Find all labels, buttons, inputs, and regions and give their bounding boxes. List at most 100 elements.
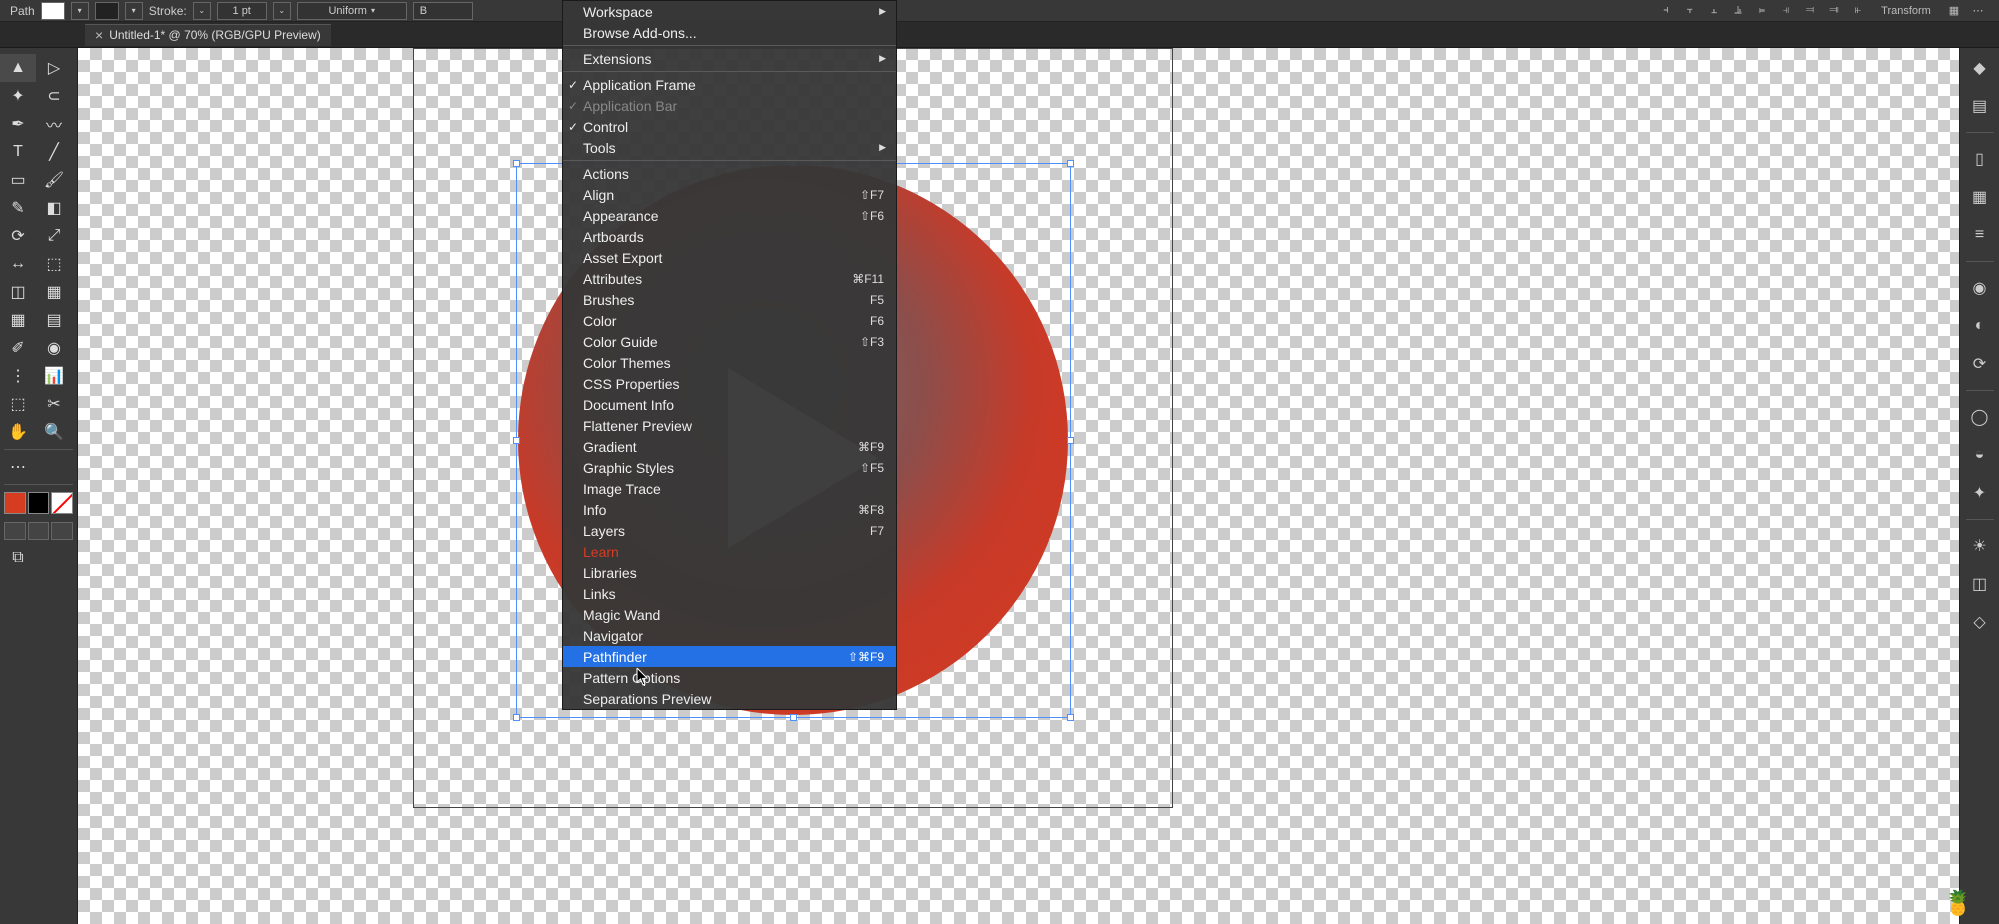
- fill-swatch[interactable]: [41, 2, 65, 20]
- menu-learn[interactable]: Learn: [563, 541, 896, 562]
- width-tool[interactable]: ↔: [0, 250, 36, 278]
- align-top-icon[interactable]: ⫡: [1727, 3, 1749, 19]
- menu-attributes[interactable]: Attributes⌘F11: [563, 268, 896, 289]
- align-left-icon[interactable]: ⫞: [1655, 3, 1677, 19]
- menu-actions[interactable]: Actions: [563, 163, 896, 184]
- align-center-v-icon[interactable]: ⫢: [1751, 3, 1773, 19]
- edit-toolbar-icon[interactable]: ⋯: [0, 453, 36, 481]
- distribute-v-icon[interactable]: ⫥: [1823, 3, 1845, 19]
- handle-top-left[interactable]: [513, 160, 520, 167]
- menu-appearance[interactable]: Appearance⇧F6: [563, 205, 896, 226]
- menu-extensions[interactable]: Extensions: [563, 48, 896, 69]
- rectangle-tool[interactable]: ▭: [0, 166, 36, 194]
- menu-layers[interactable]: LayersF7: [563, 520, 896, 541]
- menu-libraries[interactable]: Libraries: [563, 562, 896, 583]
- menu-gradient[interactable]: Gradient⌘F9: [563, 436, 896, 457]
- canvas-checkerboard[interactable]: [78, 48, 1959, 924]
- scale-tool[interactable]: ⤢: [36, 222, 72, 250]
- artboards-icon[interactable]: ◇: [1966, 608, 1994, 636]
- appearance-icon[interactable]: ◒: [1966, 441, 1994, 469]
- stroke-dropdown[interactable]: ▾: [125, 2, 143, 20]
- menu-image-trace[interactable]: Image Trace: [563, 478, 896, 499]
- more-icon[interactable]: ⋯: [1967, 3, 1989, 19]
- libraries-icon[interactable]: ▤: [1966, 92, 1994, 120]
- handle-bottom-right[interactable]: [1067, 714, 1074, 721]
- close-tab-icon[interactable]: ×: [95, 27, 103, 43]
- menu-asset-export[interactable]: Asset Export: [563, 247, 896, 268]
- menu-brushes[interactable]: BrushesF5: [563, 289, 896, 310]
- menu-control[interactable]: Control: [563, 116, 896, 137]
- paintbrush-tool[interactable]: 🖌: [36, 166, 72, 194]
- menu-pattern-options[interactable]: Pattern Options: [563, 667, 896, 688]
- asset-export-icon[interactable]: ◫: [1966, 570, 1994, 598]
- hand-tool[interactable]: ✋: [0, 418, 36, 446]
- stroke-swatch[interactable]: [95, 2, 119, 20]
- menu-graphic-styles[interactable]: Graphic Styles⇧F5: [563, 457, 896, 478]
- mesh-tool[interactable]: ▦: [0, 306, 36, 334]
- fill-dropdown[interactable]: ▾: [71, 2, 89, 20]
- direct-selection-tool[interactable]: ▷: [36, 54, 72, 82]
- menu-browse-addons[interactable]: Browse Add-ons...: [563, 22, 896, 43]
- selection-tool[interactable]: ▲: [0, 54, 36, 82]
- color-icon[interactable]: ▯: [1966, 145, 1994, 173]
- stroke-weight-down[interactable]: ⌄: [193, 2, 211, 20]
- handle-bottom-mid[interactable]: [790, 714, 797, 721]
- distribute-h-icon[interactable]: ⫤: [1799, 3, 1821, 19]
- stroke-color-swatch[interactable]: [28, 492, 50, 514]
- screen-mode-icon[interactable]: ⧉: [0, 544, 36, 572]
- menu-separations-preview[interactable]: Separations Preview: [563, 688, 896, 709]
- layers-icon[interactable]: ☀: [1966, 532, 1994, 560]
- menu-info[interactable]: Info⌘F8: [563, 499, 896, 520]
- zoom-tool[interactable]: 🔍: [36, 418, 72, 446]
- align-bottom-icon[interactable]: ⫣: [1775, 3, 1797, 19]
- shape-builder-tool[interactable]: ◫: [0, 278, 36, 306]
- perspective-grid-tool[interactable]: ▦: [36, 278, 72, 306]
- properties-icon[interactable]: ◆: [1966, 54, 1994, 82]
- draw-inside-icon[interactable]: [51, 522, 73, 540]
- menu-color[interactable]: ColorF6: [563, 310, 896, 331]
- menu-links[interactable]: Links: [563, 583, 896, 604]
- type-tool[interactable]: T: [0, 138, 36, 166]
- shaper-tool[interactable]: ✎: [0, 194, 36, 222]
- blend-tool[interactable]: ◉: [36, 334, 72, 362]
- magic-wand-tool[interactable]: ✦: [0, 82, 36, 110]
- menu-workspace[interactable]: Workspace: [563, 1, 896, 22]
- handle-bottom-left[interactable]: [513, 714, 520, 721]
- pen-tool[interactable]: ✒: [0, 110, 36, 138]
- none-swatch[interactable]: [51, 492, 73, 514]
- column-graph-tool[interactable]: 📊: [36, 362, 72, 390]
- align-center-h-icon[interactable]: ⫟: [1679, 3, 1701, 19]
- slice-tool[interactable]: ✂: [36, 390, 72, 418]
- stroke-weight-value[interactable]: 1 pt: [217, 2, 267, 20]
- transparency-icon[interactable]: ◯: [1966, 403, 1994, 431]
- document-tab[interactable]: × Untitled-1* @ 70% (RGB/GPU Preview): [85, 24, 331, 46]
- brushes-icon[interactable]: ≡: [1966, 221, 1994, 249]
- curvature-tool[interactable]: 〰: [36, 110, 72, 138]
- menu-application-frame[interactable]: Application Frame: [563, 74, 896, 95]
- gradient-icon[interactable]: ⟳: [1966, 350, 1994, 378]
- eyedropper-tool[interactable]: ✐: [0, 334, 36, 362]
- menu-document-info[interactable]: Document Info: [563, 394, 896, 415]
- brush-select[interactable]: B: [413, 2, 473, 20]
- handle-top-right[interactable]: [1067, 160, 1074, 167]
- stroke-weight-up[interactable]: ⌄: [273, 2, 291, 20]
- fill-color-swatch[interactable]: [4, 492, 26, 514]
- draw-normal-icon[interactable]: [4, 522, 26, 540]
- symbols-icon[interactable]: ◉: [1966, 274, 1994, 302]
- handle-mid-right[interactable]: [1067, 437, 1074, 444]
- menu-tools[interactable]: Tools: [563, 137, 896, 158]
- spacing-icon[interactable]: ⫦: [1847, 3, 1869, 19]
- gradient-tool[interactable]: ▤: [36, 306, 72, 334]
- artboard-tool[interactable]: ⬚: [0, 390, 36, 418]
- symbol-sprayer-tool[interactable]: ⋮: [0, 362, 36, 390]
- line-segment-tool[interactable]: ╱: [36, 138, 72, 166]
- menu-color-guide[interactable]: Color Guide⇧F3: [563, 331, 896, 352]
- isolate-icon[interactable]: ▦: [1943, 3, 1965, 19]
- draw-behind-icon[interactable]: [28, 522, 50, 540]
- menu-color-themes[interactable]: Color Themes: [563, 352, 896, 373]
- eraser-tool[interactable]: ◧: [36, 194, 72, 222]
- graphic-styles-icon[interactable]: ✦: [1966, 479, 1994, 507]
- menu-artboards[interactable]: Artboards: [563, 226, 896, 247]
- menu-align[interactable]: Align⇧F7: [563, 184, 896, 205]
- free-transform-tool[interactable]: ⬚: [36, 250, 72, 278]
